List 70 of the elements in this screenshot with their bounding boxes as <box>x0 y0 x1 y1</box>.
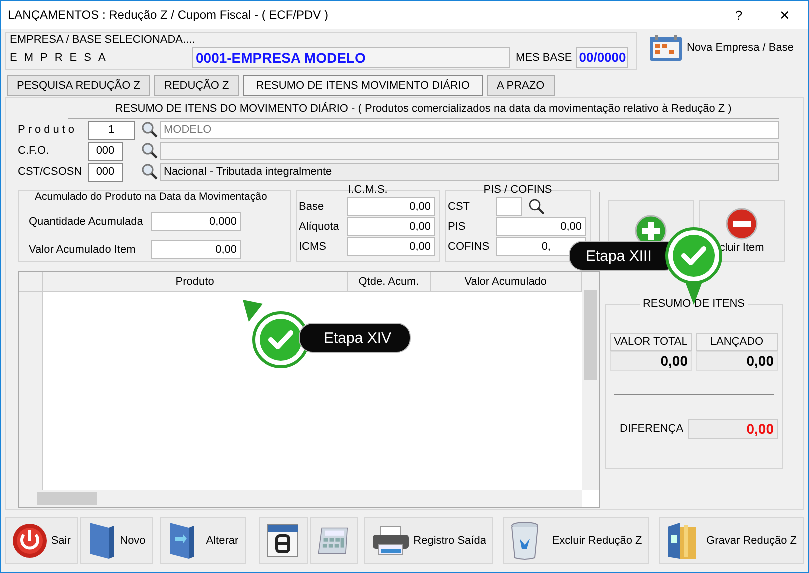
difference-field: 0,00 <box>688 419 778 439</box>
value-field[interactable]: 0,00 <box>496 217 586 236</box>
field-label: C.F.O. <box>18 145 50 157</box>
step-tooltip: Etapa XIV <box>299 323 411 353</box>
month-field[interactable]: 00/0000 <box>576 47 628 68</box>
minus-icon <box>726 208 758 240</box>
value-field[interactable]: 0,00 <box>347 197 435 216</box>
close-button[interactable]: ✕ <box>762 1 808 29</box>
column-header[interactable]: Qtde. Acum. <box>348 272 431 291</box>
company-label: EMPRESA <box>10 52 114 64</box>
tab[interactable]: REDUÇÃO Z <box>154 75 240 96</box>
folder-icon <box>666 520 698 560</box>
difference-label: DIFERENÇA <box>620 423 684 435</box>
description-field[interactable]: MODELO <box>160 121 779 139</box>
trash-icon <box>510 520 540 560</box>
printer-icon <box>370 524 411 556</box>
field-label: Produto <box>18 124 79 136</box>
value-field[interactable]: 0,00 <box>151 240 241 259</box>
search-icon[interactable] <box>141 121 159 139</box>
value-field: 0,00 <box>610 351 692 371</box>
power-icon <box>12 522 48 558</box>
value-field[interactable]: 0,00 <box>347 217 435 236</box>
save-button[interactable]: Gravar Redução Z <box>659 517 804 564</box>
calendar-icon <box>649 34 683 62</box>
edit-button[interactable]: Alterar <box>160 517 246 564</box>
value-field: 0,00 <box>696 351 778 371</box>
tab[interactable]: PESQUISA REDUÇÃO Z <box>7 75 150 96</box>
vertical-scrollbar[interactable] <box>582 272 599 490</box>
field-label: ICMS <box>299 240 328 252</box>
code-field[interactable]: 1 <box>88 120 135 140</box>
field-label: Base <box>299 200 326 212</box>
description-field[interactable] <box>160 142 779 160</box>
value-field[interactable]: 0,00 <box>347 237 435 256</box>
field-label: PIS <box>448 220 467 232</box>
column-header[interactable]: Produto <box>42 272 348 291</box>
calendar-icon <box>266 522 300 558</box>
section-title: RESUMO DE ITENS DO MOVIMENTO DIÁRIO - ( Produtos comercializados na data da movimentação relativo à Redução Z ) <box>115 103 732 115</box>
field-label: CST <box>448 200 471 212</box>
tab[interactable]: A PRAZO <box>486 75 555 96</box>
field-label: CST/CSOSN <box>18 166 84 178</box>
field-label: Quantidade Acumulada <box>29 216 144 228</box>
code-field[interactable]: 000 <box>88 142 123 160</box>
column-header: LANÇADO <box>696 333 778 351</box>
window-title: LANÇAMENTOS : Redução Z / Cupom Fiscal - ( ECF/PDV ) <box>8 8 330 22</box>
new-button[interactable]: Novo <box>80 517 153 564</box>
new-company-button[interactable]: Nova Empresa / Base <box>649 34 794 62</box>
code-field[interactable]: 000 <box>88 162 123 182</box>
search-icon[interactable] <box>528 198 546 216</box>
group-label: I.C.M.S. <box>347 184 389 196</box>
tab[interactable]: RESUMO DE ITENS MOVIMENTO DIÁRIO <box>243 75 483 96</box>
column-header: VALOR TOTAL <box>610 333 692 351</box>
field-label: Valor Acumulado Item <box>29 244 137 256</box>
field-label: Alíquota <box>299 220 340 232</box>
group-label: RESUMO DE ITENS <box>640 298 748 310</box>
group-label: EMPRESA / BASE SELECIONADA.... <box>10 34 196 46</box>
description-field[interactable]: Nacional - Tributada integralmente <box>160 163 779 181</box>
value-field[interactable]: 0,000 <box>151 212 241 231</box>
print-button[interactable]: Registro Saída <box>364 517 494 564</box>
horizontal-scrollbar[interactable] <box>19 490 582 507</box>
field-label: COFINS <box>448 240 491 252</box>
delete-button[interactable]: Excluir Redução Z <box>503 517 650 564</box>
search-icon[interactable] <box>141 163 159 181</box>
cst-field[interactable] <box>496 197 522 216</box>
company-field[interactable]: 0001-EMPRESA MODELO <box>192 47 510 68</box>
search-icon[interactable] <box>141 142 159 160</box>
month-label: MES BASE <box>516 52 572 64</box>
exit-button[interactable]: Sair <box>5 517 78 564</box>
group-label: PIS / COFINS <box>482 184 554 196</box>
help-button[interactable]: ? <box>716 1 762 29</box>
calendar-button[interactable] <box>258 517 308 564</box>
